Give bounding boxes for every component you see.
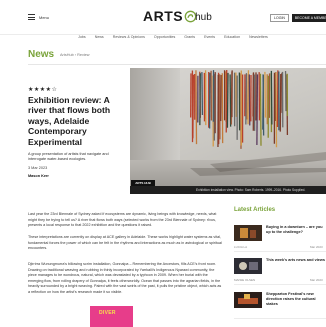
article-paragraph: Last year the 23rd Biennale of Sydney as…: [28, 212, 217, 228]
image-tag: ARTS HUB: [131, 180, 155, 186]
article-headline: Exhibition review: A river that flows bo…: [28, 95, 111, 147]
nav-item-education[interactable]: Education: [224, 32, 240, 42]
divider: [234, 284, 326, 285]
menu-label: Menu: [39, 14, 50, 20]
article-subtitle: A group presentation of artists that nav…: [28, 152, 109, 161]
nav-item-newsletters[interactable]: Newsletters: [249, 32, 268, 42]
logo-sub-text: hub: [195, 11, 212, 23]
scrim-strand: [245, 73, 248, 125]
breadcrumb[interactable]: ArtsHub › Review: [60, 53, 90, 57]
main-nav: Jobs News Reviews & Opinions Opportuniti…: [0, 32, 326, 42]
latest-article-title[interactable]: Shepparton Festival's new direction rais…: [266, 292, 326, 307]
latest-article-title[interactable]: Buying in a downturn – are you up to the…: [266, 225, 326, 235]
latest-article-date: Mar 2023: [310, 245, 323, 249]
article-author[interactable]: Mason Kerr: [28, 174, 49, 178]
article-thumbnail: [234, 225, 262, 241]
article-paragraph: Djirrirra Wunungmurra's billowing scrim …: [28, 262, 222, 294]
scrim-strand: [201, 72, 204, 115]
inline-article-image: DIVER: [90, 306, 133, 327]
article-date: 3 Mar 2023: [28, 166, 48, 170]
latest-article-title[interactable]: This week's arts news and views: [266, 258, 326, 263]
article-thumbnail: [234, 258, 262, 274]
nav-item-reviews[interactable]: Reviews & Opinions: [113, 32, 145, 42]
scrim-strand: [192, 74, 195, 139]
scrim-strand: [259, 73, 262, 146]
artshub-logo[interactable]: ARTS hub: [143, 8, 212, 24]
scrim-strand: [195, 70, 198, 145]
nav-item-news[interactable]: News: [95, 32, 104, 42]
hero-image: [130, 68, 326, 186]
top-bar: Menu ARTS hub LOGIN BECOME A MEMBER: [0, 0, 326, 35]
latest-article-author: LUCIA LA: [234, 245, 248, 249]
scrim-strand: [220, 74, 222, 122]
login-button[interactable]: LOGIN: [270, 14, 289, 22]
article-thumbnail: [234, 292, 262, 308]
divider: [234, 251, 326, 252]
section-title: News: [28, 49, 55, 60]
latest-articles-title: Latest Articles: [234, 207, 276, 213]
scrim-strand: [270, 70, 273, 125]
nav-item-events[interactable]: Events: [204, 32, 215, 42]
latest-article-date: Mar 2023: [310, 278, 323, 282]
scrim-strand: [262, 74, 265, 136]
inline-image-text: DIVER: [99, 310, 116, 316]
nav-item-jobs[interactable]: Jobs: [78, 32, 86, 42]
logo-text: ARTS: [143, 8, 184, 24]
scrim-installation-graphic: [190, 70, 326, 176]
scrim-strand: [256, 74, 259, 146]
nav-item-opportunities[interactable]: Opportunities: [154, 32, 175, 42]
divider: [234, 318, 326, 319]
scrim-strand: [226, 72, 229, 128]
latest-article-author: MAISIE OLSEN: [234, 278, 256, 282]
star-rating: ★★★★☆: [28, 87, 58, 93]
hamburger-icon: [28, 14, 35, 20]
divider: [28, 64, 326, 65]
menu-button[interactable]: Menu: [28, 14, 49, 20]
scrim-strand: [229, 74, 232, 127]
image-caption: Exhibition installation view. Photo: Sam…: [196, 188, 306, 192]
scrim-strand: [264, 71, 267, 118]
article-paragraph: These interpretations are currently on d…: [28, 235, 222, 251]
become-member-button[interactable]: BECOME A MEMBER: [292, 14, 326, 22]
nav-item-grants[interactable]: Grants: [184, 32, 195, 42]
